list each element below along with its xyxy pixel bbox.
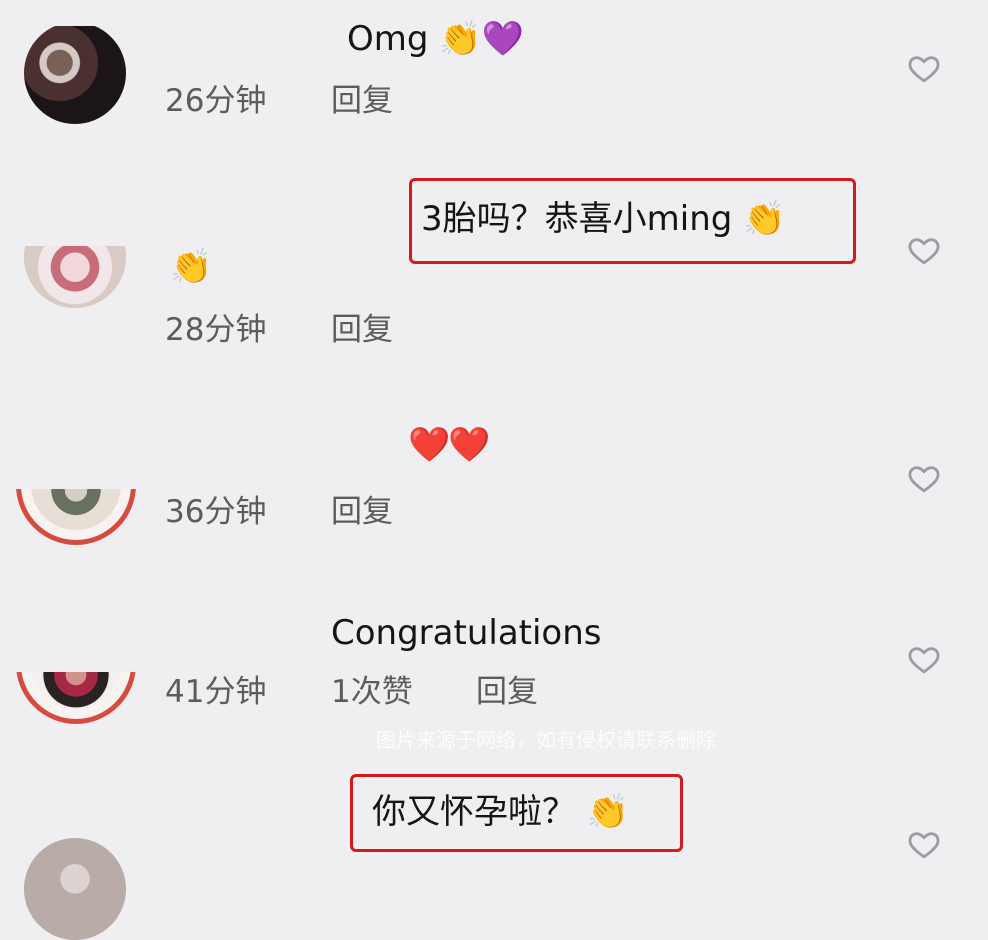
heart-outline-icon[interactable] xyxy=(907,827,941,861)
comment-thread: Omg 👏💜 26分钟 回复 3胎吗？恭喜小ming 👏 👏 28分钟 回复 ❤… xyxy=(0,0,988,940)
comment-time: 26分钟 xyxy=(165,83,267,119)
comment-text: ❤️❤️ xyxy=(408,425,491,465)
comment-text: 👏 xyxy=(170,247,213,287)
watermark: 图片来源于网络，如有侵权请联系删除 xyxy=(376,728,716,752)
comment-text: Omg 👏💜 xyxy=(347,19,524,59)
reply-button[interactable]: 回复 xyxy=(476,677,538,708)
like-count: 1次赞 xyxy=(331,674,413,710)
comment-time: 36分钟 xyxy=(165,494,267,530)
heart-outline-icon[interactable] xyxy=(907,642,941,676)
reply-button[interactable]: 回复 xyxy=(331,497,393,528)
highlighted-comment-text: 你又怀孕啦？ 👏 xyxy=(372,792,630,832)
highlighted-comment-text: 3胎吗？恭喜小ming 👏 xyxy=(421,199,786,239)
comment-time: 28分钟 xyxy=(165,312,267,348)
heart-outline-icon[interactable] xyxy=(907,233,941,267)
comment-text: Congratulations xyxy=(331,613,602,653)
heart-outline-icon[interactable] xyxy=(907,51,941,85)
comment-time: 41分钟 xyxy=(165,674,267,710)
reply-button[interactable]: 回复 xyxy=(331,315,393,346)
heart-outline-icon[interactable] xyxy=(907,461,941,495)
avatar[interactable] xyxy=(24,22,126,124)
avatar[interactable] xyxy=(24,838,126,940)
reply-button[interactable]: 回复 xyxy=(331,86,393,117)
